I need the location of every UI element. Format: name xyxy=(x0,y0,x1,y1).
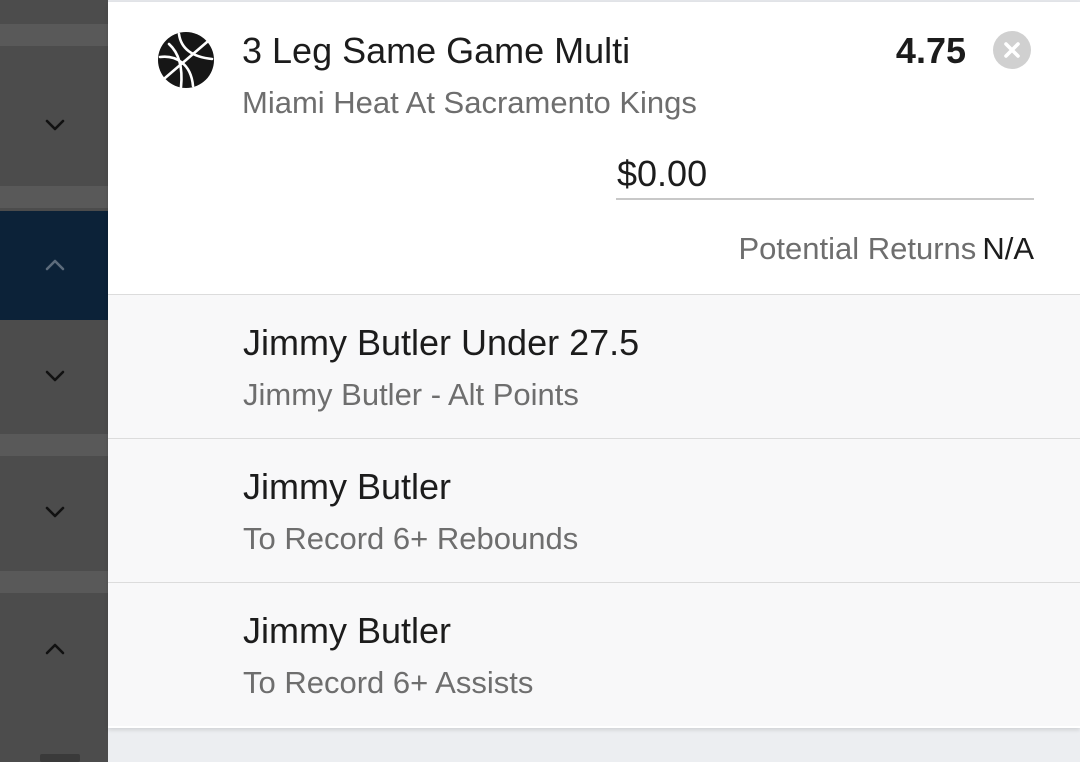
leg-selection: Jimmy Butler xyxy=(243,610,452,651)
basketball-icon xyxy=(157,31,215,89)
chevron-up-icon[interactable] xyxy=(43,253,67,277)
leg-selection: Jimmy Butler Under 27.5 xyxy=(243,322,640,363)
close-icon xyxy=(1004,42,1020,58)
chevron-down-icon[interactable] xyxy=(43,500,67,524)
bet-leg[interactable]: Jimmy Butler To Record 6+ Assists xyxy=(108,582,1080,726)
bet-title: 3 Leg Same Game Multi xyxy=(242,30,631,71)
stake-input[interactable] xyxy=(616,150,1034,200)
rail-divider xyxy=(0,186,108,208)
bet-legs-list: Jimmy Butler Under 27.5 Jimmy Butler - A… xyxy=(108,294,1080,726)
potential-returns-value: N/A xyxy=(982,231,1034,266)
bet-odds: 4.75 xyxy=(895,30,966,71)
leg-market: Jimmy Butler - Alt Points xyxy=(243,377,579,412)
remove-bet-button[interactable] xyxy=(993,31,1031,69)
bet-leg[interactable]: Jimmy Butler Under 27.5 Jimmy Butler - A… xyxy=(108,294,1080,438)
leg-market: To Record 6+ Assists xyxy=(243,665,534,700)
potential-returns-label: Potential Returns xyxy=(738,231,977,266)
leg-market: To Record 6+ Rebounds xyxy=(243,521,579,556)
bet-leg[interactable]: Jimmy Butler To Record 6+ Rebounds xyxy=(108,438,1080,582)
chevron-down-icon[interactable] xyxy=(43,113,67,137)
potential-returns: Potential Returns N/A xyxy=(739,231,1035,267)
rail-divider xyxy=(0,434,108,456)
collapsed-sidebar xyxy=(0,0,108,762)
bet-header: 3 Leg Same Game Multi 4.75 Miami Heat At… xyxy=(108,2,1080,294)
match-name: Miami Heat At Sacramento Kings xyxy=(242,85,697,120)
betslip-card: 3 Leg Same Game Multi 4.75 Miami Heat At… xyxy=(108,2,1080,728)
rail-label-fragment xyxy=(40,754,80,762)
rail-divider xyxy=(0,24,108,46)
chevron-down-icon[interactable] xyxy=(43,364,67,388)
leg-selection: Jimmy Butler xyxy=(243,466,452,507)
rail-divider xyxy=(0,571,108,593)
chevron-up-icon[interactable] xyxy=(43,637,67,661)
